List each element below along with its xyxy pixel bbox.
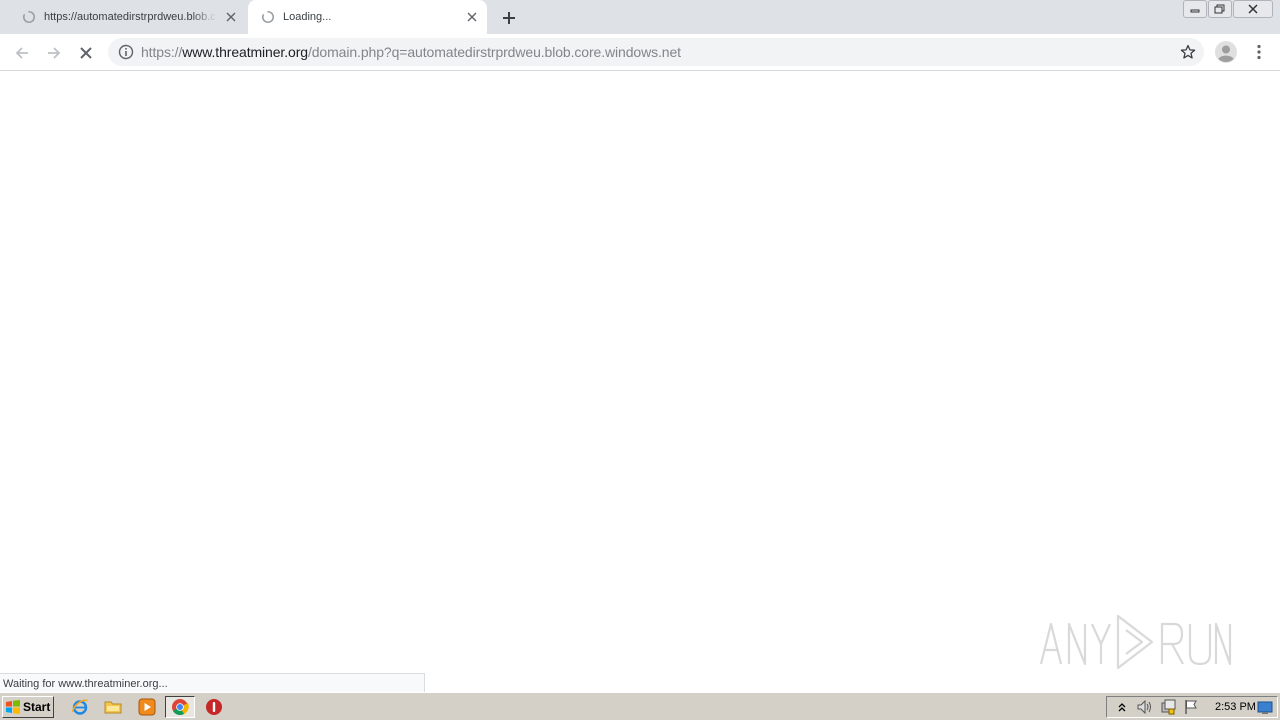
url-path: /domain.php?q=automatedirstrprdweu.blob.…: [307, 44, 681, 60]
page-content: Waiting for www.threatminer.org...: [0, 72, 1280, 693]
plus-icon: [503, 12, 515, 24]
url-text: https://www.threatminer.org/domain.php?q…: [141, 44, 681, 60]
window-controls: [1182, 0, 1280, 20]
media-player-icon[interactable]: [137, 697, 157, 717]
windows-taskbar: Start 2:53 PM: [0, 692, 1280, 720]
explorer-glyph: [104, 701, 122, 714]
close-window-button[interactable]: [1233, 0, 1273, 18]
browser-window: https://automatedirstrprdweu.blob.core.w…: [0, 0, 1280, 720]
forward-arrow-icon: [48, 47, 61, 59]
system-clock[interactable]: 2:53 PM: [1215, 701, 1256, 713]
tab-blob-core[interactable]: https://automatedirstrprdweu.blob.core.w…: [0, 0, 246, 34]
chrome-icon[interactable]: [165, 696, 195, 718]
media-glyph: [138, 698, 156, 716]
ie-glyph: [71, 699, 88, 715]
tab-title: https://automatedirstrprdweu.blob.core.w…: [44, 11, 217, 23]
forward-button[interactable]: [42, 41, 66, 65]
back-button[interactable]: [10, 41, 34, 65]
network-icon[interactable]: [1160, 699, 1176, 715]
back-arrow-icon: [15, 47, 28, 59]
stop-loading-button[interactable]: [74, 41, 98, 65]
internet-explorer-icon[interactable]: [70, 697, 90, 717]
tab-loading[interactable]: Loading...: [248, 0, 487, 34]
stop-x-icon: [80, 47, 92, 59]
windows-logo-icon: [6, 700, 20, 714]
start-button[interactable]: Start: [2, 696, 54, 718]
site-info-icon[interactable]: [118, 44, 134, 60]
profile-avatar-icon[interactable]: [1214, 40, 1238, 64]
bookmark-star-icon[interactable]: [1180, 44, 1196, 60]
tab-close-icon[interactable]: [223, 9, 239, 25]
url-host: www.threatminer.org: [182, 44, 308, 60]
stop-icon[interactable]: [204, 697, 224, 717]
system-tray: 2:53 PM: [1106, 696, 1278, 718]
restore-icon: [1214, 4, 1225, 14]
show-desktop-icon[interactable]: [1257, 701, 1273, 715]
loading-spinner-icon: [22, 10, 35, 24]
volume-icon[interactable]: [1137, 699, 1153, 715]
more-vert-icon: [1257, 44, 1261, 60]
chrome-menu-button[interactable]: [1249, 40, 1269, 64]
action-center-flag-icon[interactable]: [1183, 699, 1199, 715]
start-label: Start: [23, 700, 51, 714]
minimize-button[interactable]: [1183, 0, 1207, 18]
loading-spinner-icon: [261, 10, 274, 24]
tab-strip: https://automatedirstrprdweu.blob.core.w…: [0, 0, 1280, 34]
anyrun-watermark-logo: [1039, 614, 1232, 670]
tab-title: Loading...: [283, 11, 332, 23]
new-tab-button[interactable]: [500, 9, 518, 27]
minimize-icon: [1190, 9, 1200, 13]
folder-icon[interactable]: [103, 697, 123, 717]
address-bar[interactable]: https://www.threatminer.org/domain.php?q…: [108, 38, 1204, 66]
tab-close-icon[interactable]: [464, 9, 480, 25]
browser-toolbar: https://www.threatminer.org/domain.php?q…: [0, 34, 1280, 71]
stop-glyph: [206, 699, 222, 715]
restore-button[interactable]: [1208, 0, 1232, 18]
show-hidden-icon[interactable]: [1114, 699, 1130, 715]
status-bubble: Waiting for www.threatminer.org...: [0, 673, 425, 693]
url-scheme: https://: [141, 44, 183, 60]
close-icon: [1248, 4, 1258, 14]
chrome-glyph: [172, 699, 189, 715]
